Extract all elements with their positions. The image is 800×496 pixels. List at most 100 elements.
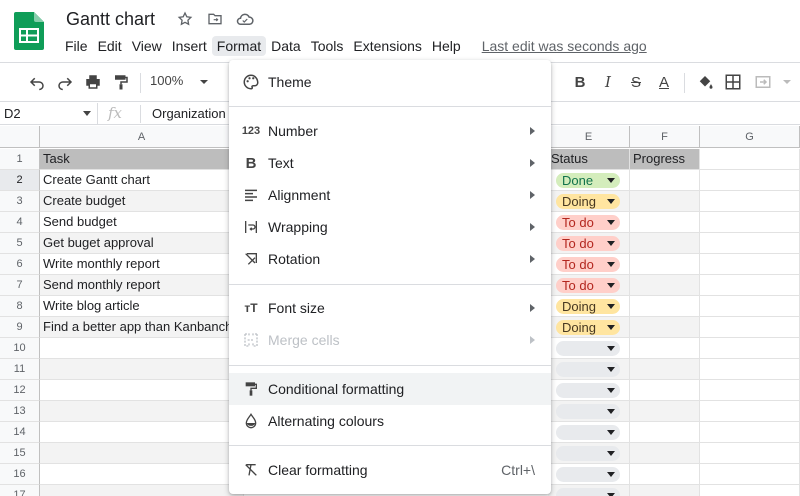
- progress-cell[interactable]: [630, 338, 700, 359]
- progress-cell[interactable]: [630, 485, 700, 496]
- empty-cell[interactable]: [700, 149, 800, 170]
- row-header[interactable]: 9: [0, 317, 40, 338]
- row-header[interactable]: 15: [0, 443, 40, 464]
- last-edit-link[interactable]: Last edit was seconds ago: [482, 38, 647, 54]
- menu-tools[interactable]: Tools: [306, 36, 349, 56]
- empty-cell[interactable]: [700, 443, 800, 464]
- text-color-icon[interactable]: A: [653, 71, 675, 93]
- progress-cell[interactable]: [630, 401, 700, 422]
- status-cell[interactable]: Doing: [548, 296, 630, 317]
- status-cell[interactable]: To do: [548, 233, 630, 254]
- row-header[interactable]: 16: [0, 464, 40, 485]
- menu-item-conditional-formatting[interactable]: Conditional formatting: [229, 373, 551, 405]
- menu-item-number[interactable]: 123 Number: [229, 115, 551, 147]
- status-dropdown-chip[interactable]: [556, 467, 620, 482]
- row-header[interactable]: 1: [0, 149, 40, 170]
- column-header-f[interactable]: F: [630, 126, 700, 148]
- row-header[interactable]: 6: [0, 254, 40, 275]
- row-header[interactable]: 8: [0, 296, 40, 317]
- header-cell-progress[interactable]: Progress: [630, 149, 700, 170]
- bold-icon[interactable]: B: [569, 71, 591, 93]
- empty-cell[interactable]: [700, 359, 800, 380]
- task-cell[interactable]: [40, 485, 244, 496]
- status-cell[interactable]: [548, 380, 630, 401]
- star-icon[interactable]: [176, 10, 194, 28]
- menu-help[interactable]: Help: [427, 36, 466, 56]
- task-cell[interactable]: [40, 338, 244, 359]
- row-header[interactable]: 4: [0, 212, 40, 233]
- progress-cell[interactable]: [630, 296, 700, 317]
- progress-cell[interactable]: [630, 317, 700, 338]
- progress-cell[interactable]: [630, 233, 700, 254]
- empty-cell[interactable]: [700, 191, 800, 212]
- task-cell[interactable]: Find a better app than Kanbanchi: [40, 317, 244, 338]
- task-cell[interactable]: Create Gantt chart: [40, 170, 244, 191]
- status-cell[interactable]: Doing: [548, 317, 630, 338]
- status-dropdown-chip[interactable]: [556, 446, 620, 461]
- task-cell[interactable]: Write blog article: [40, 296, 244, 317]
- status-cell[interactable]: [548, 464, 630, 485]
- task-cell[interactable]: Write monthly report: [40, 254, 244, 275]
- status-cell[interactable]: To do: [548, 275, 630, 296]
- progress-cell[interactable]: [630, 191, 700, 212]
- menu-item-text[interactable]: B Text: [229, 147, 551, 179]
- status-dropdown-chip[interactable]: Doing: [556, 320, 620, 335]
- empty-cell[interactable]: [700, 485, 800, 496]
- empty-cell[interactable]: [700, 338, 800, 359]
- status-cell[interactable]: [548, 359, 630, 380]
- progress-cell[interactable]: [630, 170, 700, 191]
- task-cell[interactable]: Create budget: [40, 191, 244, 212]
- empty-cell[interactable]: [700, 170, 800, 191]
- strikethrough-icon[interactable]: S: [625, 71, 647, 93]
- status-dropdown-chip[interactable]: [556, 341, 620, 356]
- empty-cell[interactable]: [700, 401, 800, 422]
- progress-cell[interactable]: [630, 275, 700, 296]
- task-cell[interactable]: Send monthly report: [40, 275, 244, 296]
- status-dropdown-chip[interactable]: [556, 404, 620, 419]
- menu-format[interactable]: Format: [211, 36, 267, 56]
- cloud-saved-icon[interactable]: [236, 10, 254, 28]
- header-cell-status[interactable]: Status: [548, 149, 630, 170]
- empty-cell[interactable]: [700, 233, 800, 254]
- progress-cell[interactable]: [630, 422, 700, 443]
- status-cell[interactable]: Doing: [548, 191, 630, 212]
- status-dropdown-chip[interactable]: [556, 362, 620, 377]
- status-cell[interactable]: To do: [548, 212, 630, 233]
- menu-item-alternating-colours[interactable]: Alternating colours: [229, 405, 551, 437]
- select-all-corner[interactable]: [0, 126, 40, 148]
- menu-data[interactable]: Data: [266, 36, 306, 56]
- status-dropdown-chip[interactable]: To do: [556, 236, 620, 251]
- paint-format-icon[interactable]: [110, 71, 132, 93]
- merge-icon[interactable]: [752, 71, 774, 93]
- fill-color-icon[interactable]: [694, 71, 716, 93]
- progress-cell[interactable]: [630, 464, 700, 485]
- column-header-a[interactable]: A: [40, 126, 244, 148]
- empty-cell[interactable]: [700, 254, 800, 275]
- redo-icon[interactable]: [54, 71, 76, 93]
- task-cell[interactable]: [40, 401, 244, 422]
- chevron-down-icon[interactable]: [193, 71, 215, 93]
- menu-file[interactable]: File: [60, 36, 93, 56]
- empty-cell[interactable]: [700, 296, 800, 317]
- empty-cell[interactable]: [700, 275, 800, 296]
- empty-cell[interactable]: [700, 212, 800, 233]
- status-cell[interactable]: Done: [548, 170, 630, 191]
- progress-cell[interactable]: [630, 254, 700, 275]
- empty-cell[interactable]: [700, 422, 800, 443]
- row-header[interactable]: 10: [0, 338, 40, 359]
- menu-view[interactable]: View: [127, 36, 167, 56]
- status-cell[interactable]: To do: [548, 254, 630, 275]
- empty-cell[interactable]: [700, 317, 800, 338]
- row-header[interactable]: 12: [0, 380, 40, 401]
- menu-item-font-size[interactable]: тT Font size: [229, 292, 551, 324]
- empty-cell[interactable]: [700, 380, 800, 401]
- empty-cell[interactable]: [700, 464, 800, 485]
- status-cell[interactable]: [548, 443, 630, 464]
- task-cell[interactable]: [40, 443, 244, 464]
- status-dropdown-chip[interactable]: Doing: [556, 299, 620, 314]
- menu-extensions[interactable]: Extensions: [348, 36, 426, 56]
- status-dropdown-chip[interactable]: To do: [556, 257, 620, 272]
- header-cell-task[interactable]: Task: [40, 149, 244, 170]
- name-box[interactable]: D2: [0, 103, 98, 125]
- status-dropdown-chip[interactable]: Doing: [556, 194, 620, 209]
